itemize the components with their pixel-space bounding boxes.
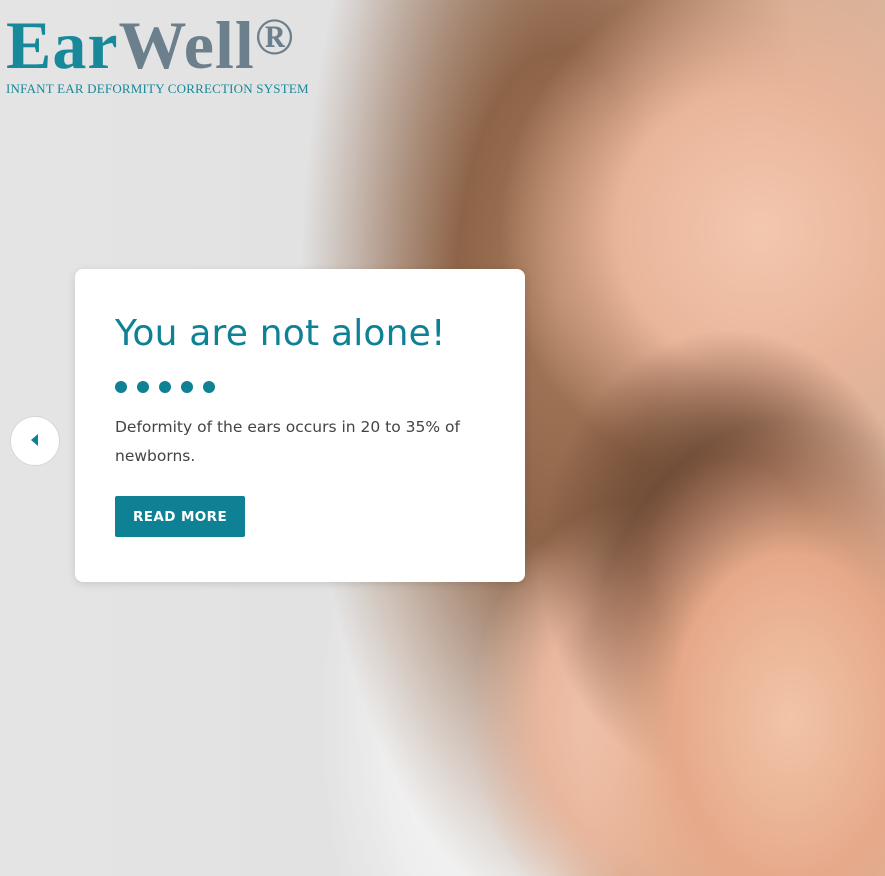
hero-slider: EarWell® INFANT EAR DEFORMITY CORRECTION…: [0, 0, 885, 876]
slide-indicator-dots: [115, 381, 215, 393]
slide-card: You are not alone! Deformity of the ears…: [75, 269, 525, 582]
slide-indicator-dot[interactable]: [115, 381, 127, 393]
read-more-button[interactable]: READ MORE: [115, 496, 246, 537]
brand-wordmark: EarWell®: [6, 0, 309, 83]
slide-indicator-dot[interactable]: [137, 381, 149, 393]
brand-logo[interactable]: EarWell® INFANT EAR DEFORMITY CORRECTION…: [6, 0, 309, 97]
brand-tagline: INFANT EAR DEFORMITY CORRECTION SYSTEM: [6, 81, 309, 96]
slide-indicator-dot[interactable]: [159, 381, 171, 393]
slide-body-text: Deformity of the ears occurs in 20 to 35…: [115, 418, 460, 465]
brand-name-ear: Ear: [6, 7, 119, 83]
slide-indicator-dot[interactable]: [203, 381, 215, 393]
slide-indicator-dot[interactable]: [181, 381, 193, 393]
slide-title: You are not alone!: [115, 313, 446, 354]
registered-mark: ®: [254, 9, 295, 66]
previous-slide-button[interactable]: [10, 416, 60, 466]
triangle-left-icon: [30, 432, 40, 451]
brand-name-well: Well: [118, 7, 255, 83]
